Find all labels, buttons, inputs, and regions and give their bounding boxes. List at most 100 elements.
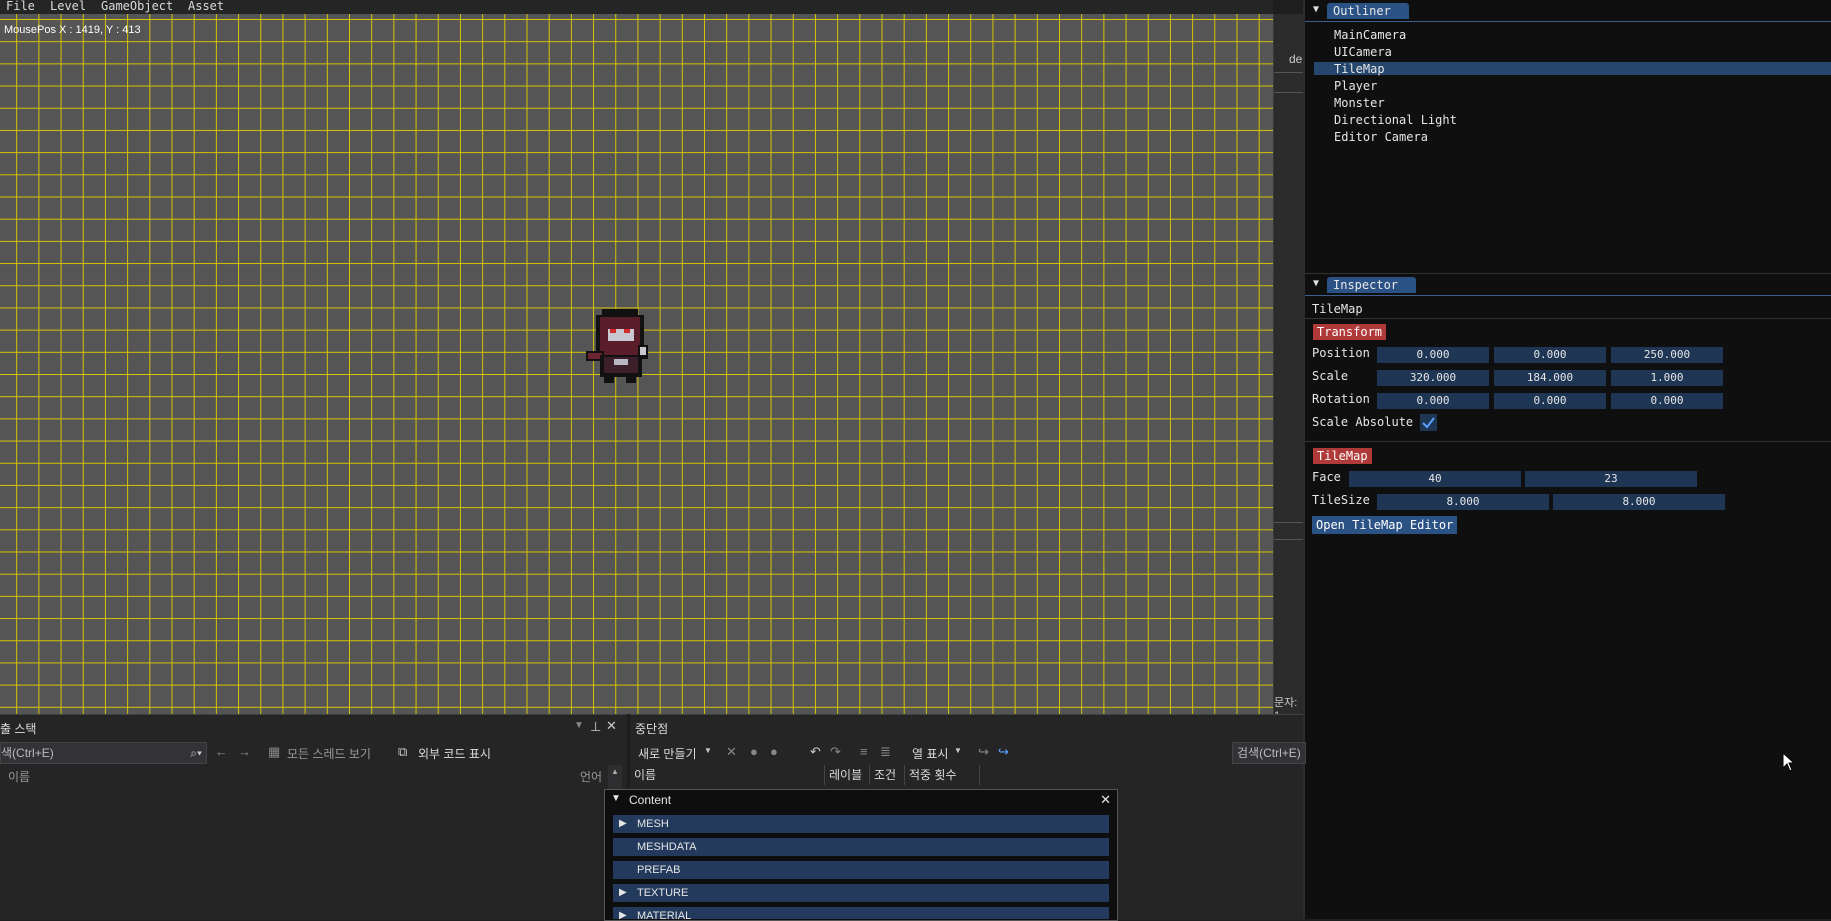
- new-breakpoint-button[interactable]: 새로 만들기: [638, 745, 697, 762]
- menu-file[interactable]: File: [6, 0, 35, 13]
- rotation-z-field[interactable]: 0.000: [1611, 393, 1723, 409]
- expand-arrow-icon[interactable]: ▶: [619, 815, 627, 833]
- divider: [1274, 539, 1304, 540]
- expand-arrow-icon[interactable]: ▶: [619, 907, 627, 919]
- column-hit-count[interactable]: 적중 횟수: [905, 765, 980, 785]
- content-folder-mesh[interactable]: ▶ MESH: [613, 815, 1109, 833]
- threads-icon[interactable]: ▦: [268, 744, 280, 760]
- right-panels: ▼ Outliner MainCamera UICamera TileMap P…: [1303, 0, 1831, 919]
- tilesize-y-field[interactable]: 8.000: [1553, 494, 1725, 510]
- inspector-object-name: TileMap: [1312, 302, 1363, 316]
- rotation-x-field[interactable]: 0.000: [1377, 393, 1489, 409]
- column-condition[interactable]: 조건: [870, 765, 905, 785]
- collapse-arrow-icon[interactable]: ▼: [1313, 278, 1319, 289]
- outliner-item[interactable]: Directional Light: [1334, 113, 1457, 127]
- outliner-item[interactable]: Editor Camera: [1334, 130, 1428, 144]
- panel-divider: [1305, 273, 1831, 274]
- hidden-tab-fragment[interactable]: de: [1289, 52, 1302, 66]
- folder-label: TEXTURE: [637, 887, 689, 899]
- tilesize-label: TileSize: [1312, 493, 1370, 507]
- delete-all-icon[interactable]: ●: [750, 744, 758, 759]
- content-folder-prefab[interactable]: PREFAB: [613, 861, 1109, 879]
- show-external-code[interactable]: 외부 코드 표시: [418, 745, 491, 762]
- close-icon[interactable]: ✕: [606, 718, 617, 734]
- search-label: 검색(Ctrl+E): [1237, 746, 1301, 760]
- dropdown-icon[interactable]: ▼: [574, 720, 584, 731]
- breakpoints-search[interactable]: 검색(Ctrl+E): [1232, 742, 1306, 764]
- scale-y-field[interactable]: 184.000: [1494, 370, 1606, 386]
- scale-z-field[interactable]: 1.000: [1611, 370, 1723, 386]
- transform-header[interactable]: Transform: [1313, 324, 1387, 340]
- face-label: Face: [1312, 470, 1341, 484]
- face-y-field[interactable]: 23: [1525, 471, 1697, 487]
- face-x-field[interactable]: 40: [1349, 471, 1521, 487]
- tilemap-header[interactable]: TileMap: [1313, 448, 1372, 464]
- content-folder-meshdata[interactable]: MESHDATA: [613, 838, 1109, 856]
- menu-level[interactable]: Level: [50, 0, 86, 13]
- tilesize-x-field[interactable]: 8.000: [1377, 494, 1549, 510]
- rotation-y-field[interactable]: 0.000: [1494, 393, 1606, 409]
- scroll-up-icon[interactable]: ▲: [611, 767, 619, 776]
- content-title: Content: [629, 793, 672, 807]
- dock-strip: de 문자: 1: [1273, 14, 1304, 722]
- content-folder-material[interactable]: ▶ MATERIAL: [613, 907, 1109, 919]
- outliner-item[interactable]: MainCamera: [1334, 28, 1406, 42]
- outliner-item[interactable]: UICamera: [1334, 45, 1392, 59]
- search-icon[interactable]: ⌕▾: [190, 743, 202, 763]
- column-name[interactable]: 이름: [8, 768, 30, 785]
- player-sprite: [586, 309, 648, 383]
- rotation-label: Rotation: [1312, 392, 1370, 406]
- outliner-item[interactable]: TileMap: [1334, 62, 1385, 76]
- outliner-item[interactable]: Player: [1334, 79, 1377, 93]
- column-label[interactable]: 레이블: [825, 765, 870, 785]
- external-code-icon[interactable]: ⧉: [398, 744, 407, 760]
- collapse-arrow-icon[interactable]: ▼: [611, 793, 621, 804]
- folder-label: PREFAB: [637, 864, 681, 876]
- chevron-down-icon[interactable]: ▼: [704, 746, 712, 755]
- scale-absolute-checkbox[interactable]: [1420, 414, 1437, 431]
- folder-label: MESH: [637, 818, 669, 830]
- disable-all-icon[interactable]: ●: [770, 744, 778, 759]
- content-folder-texture[interactable]: ▶ TEXTURE: [613, 884, 1109, 902]
- close-icon[interactable]: ✕: [1100, 792, 1111, 808]
- scene-viewport[interactable]: MousePos X : 1419, Y : 413: [0, 14, 1273, 714]
- export-icon[interactable]: ≡: [860, 744, 868, 759]
- position-x-field[interactable]: 0.000: [1377, 347, 1489, 363]
- expand-arrow-icon[interactable]: ▶: [619, 884, 627, 902]
- divider: [1274, 72, 1304, 73]
- outliner-tab[interactable]: Outliner: [1327, 3, 1409, 19]
- mouse-position-readout: MousePos X : 1419, Y : 413: [4, 24, 141, 36]
- collapse-arrow-icon[interactable]: ▼: [1313, 4, 1319, 15]
- open-tilemap-editor-button[interactable]: Open TileMap Editor: [1312, 516, 1458, 534]
- go-to-disassembly-icon[interactable]: ↪: [998, 744, 1009, 760]
- import-icon[interactable]: ≣: [880, 744, 891, 760]
- column-language[interactable]: 언어: [580, 768, 602, 785]
- show-all-threads[interactable]: 모든 스레드 보기: [287, 745, 371, 762]
- column-name[interactable]: 이름: [630, 765, 825, 785]
- position-y-field[interactable]: 0.000: [1494, 347, 1606, 363]
- inspector-tab[interactable]: Inspector: [1327, 277, 1417, 293]
- undo-icon[interactable]: ↶: [810, 744, 821, 760]
- divider: [1274, 522, 1304, 523]
- chevron-down-icon[interactable]: ▼: [954, 746, 962, 755]
- columns-button[interactable]: 열 표시: [912, 745, 948, 762]
- go-to-source-icon[interactable]: ↪: [978, 744, 989, 760]
- position-z-field[interactable]: 250.000: [1611, 347, 1723, 363]
- call-stack-search[interactable]: 색(Ctrl+E) ⌕▾: [0, 742, 207, 764]
- menu-bar: File Level GameObject Asset: [0, 0, 1273, 14]
- selection-highlight: [1314, 62, 1831, 75]
- redo-icon[interactable]: ↷: [830, 744, 841, 760]
- scale-x-field[interactable]: 320.000: [1377, 370, 1489, 386]
- pin-icon[interactable]: ⊥: [590, 719, 601, 735]
- divider: [1305, 318, 1831, 319]
- delete-icon[interactable]: ✕: [726, 744, 737, 760]
- menu-gameobject[interactable]: GameObject: [101, 0, 173, 13]
- forward-arrow-icon[interactable]: →: [238, 744, 251, 759]
- search-placeholder: 색(Ctrl+E): [1, 746, 54, 760]
- outliner-item[interactable]: Monster: [1334, 96, 1385, 110]
- scale-absolute-label: Scale Absolute: [1312, 415, 1414, 429]
- checkmark-icon: [1422, 417, 1435, 429]
- menu-asset[interactable]: Asset: [188, 0, 224, 13]
- back-arrow-icon[interactable]: ←: [215, 744, 228, 759]
- call-stack-title: 출 스택: [0, 722, 37, 736]
